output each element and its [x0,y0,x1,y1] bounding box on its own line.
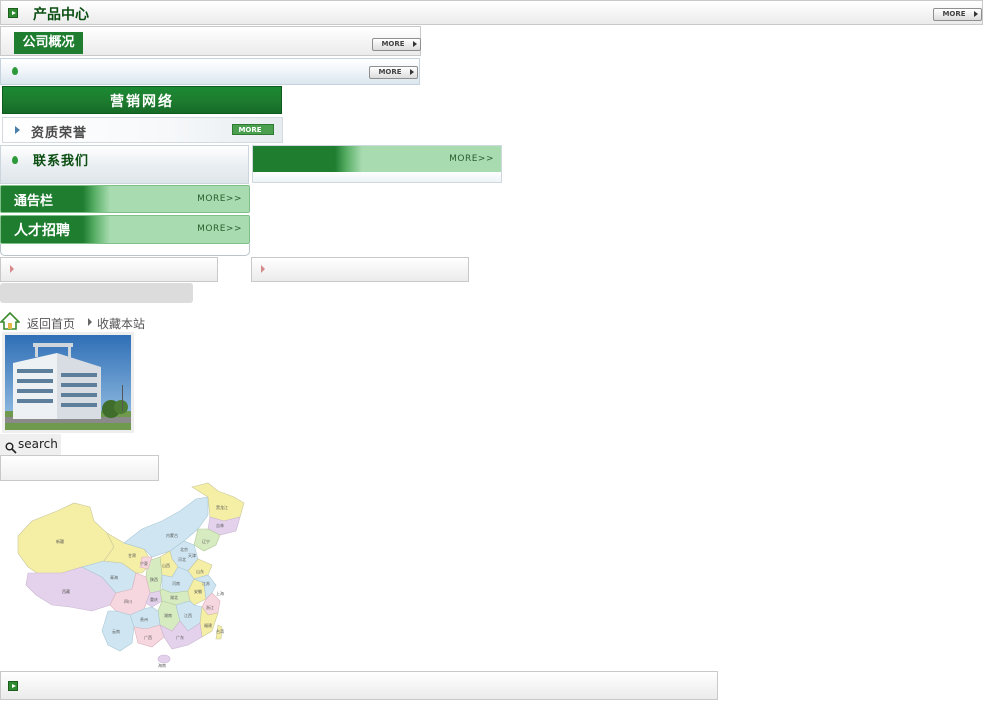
product-center-title: 产品中心 [33,7,89,23]
map-label: 贵州 [140,616,148,622]
sales-network-title: 营销网络 [110,94,174,110]
home-link[interactable]: 返回首页 [27,315,75,332]
green-arrow-icon [8,681,18,691]
recruit-title: 人才招聘 [14,223,70,239]
qualification-bar: 资质荣誉 MORE [2,117,283,143]
map-label: 海南 [158,662,166,668]
map-label: 广东 [176,634,184,640]
magnifier-icon [5,439,17,454]
blank-bar-more-button[interactable]: MORE [369,66,418,79]
chevron-right-icon [10,265,14,273]
product-center-more-button[interactable]: MORE [933,8,982,21]
map-label: 山西 [162,562,170,568]
map-label: 山东 [196,568,204,574]
search-label-box: search [0,434,61,455]
water-drop-icon [12,156,18,164]
home-icon[interactable] [0,311,21,331]
map-label: 新疆 [56,538,64,544]
notice-bar: 通告栏 MORE>> [0,185,250,213]
map-label: 江西 [184,612,192,618]
map-label: 黑龙江 [216,504,228,510]
qualification-more-button[interactable]: MORE [232,124,274,135]
map-label: 安徽 [194,588,202,594]
contact-bar: 联系我们 [0,145,249,184]
notice-title: 通告栏 [14,194,54,209]
map-label: 青海 [110,574,118,580]
about-more-button[interactable]: MORE [372,38,421,51]
map-label: 河南 [172,580,180,586]
map-label: 云南 [112,628,120,634]
chevron-right-icon [261,265,265,273]
map-label: 内蒙古 [166,532,178,538]
china-map[interactable]: 新疆 西藏 青海 甘肃 内蒙古 黑龙江 吉林 辽宁 北京 天津 河北 山西 陕西… [12,481,247,669]
map-label: 湖南 [164,612,172,618]
right-green-bar: MORE>> [252,145,502,183]
small-box-left [0,257,218,282]
map-label: 宁夏 [140,560,148,566]
map-label: 陕西 [150,576,158,582]
product-center-bar: 产品中心 MORE [0,0,983,25]
chevron-right-icon [88,318,92,326]
map-label: 江苏 [202,580,210,586]
sales-network-bar: 营销网络 [2,86,282,114]
right-green-more-button[interactable]: MORE>> [449,154,494,164]
right-green-strip: MORE>> [253,146,501,172]
about-title: 公司概况 [14,32,83,54]
map-label: 重庆 [150,596,158,602]
qualification-title: 资质荣誉 [31,126,88,141]
map-label: 吉林 [216,522,224,528]
map-label: 浙江 [206,604,214,610]
notice-more-button[interactable]: MORE>> [197,194,242,204]
blank-drop-bar: MORE [0,58,420,85]
map-label: 台湾 [216,628,224,634]
green-arrow-icon [8,8,18,18]
footer-bar [0,671,718,700]
recruit-bar: 人才招聘 MORE>> [0,215,250,244]
map-label: 广西 [144,634,152,640]
map-label: 湖北 [170,594,178,600]
water-drop-icon [12,67,18,75]
map-label: 四川 [124,599,132,604]
map-label: 北京 [180,546,188,552]
favorite-link[interactable]: 收藏本站 [97,315,145,332]
company-building-image [2,332,134,433]
map-label: 天津 [188,552,196,558]
map-label: 甘肃 [128,552,136,558]
recruit-more-button[interactable]: MORE>> [197,224,242,234]
search-label: search [18,437,58,451]
search-input[interactable] [0,455,159,481]
map-label: 西藏 [62,588,70,594]
map-label: 河北 [178,556,186,562]
recruit-bottom-border [0,244,250,256]
map-label: 福建 [204,622,212,628]
contact-title: 联系我们 [33,154,90,169]
small-box-right [251,257,469,282]
map-label: 辽宁 [202,538,210,544]
about-bar: 公司概况 MORE [0,26,421,56]
map-label: 上海 [216,590,224,596]
map-region-hainan[interactable] [157,654,171,664]
chevron-right-icon [15,126,20,134]
grey-placeholder-bar [0,283,193,303]
